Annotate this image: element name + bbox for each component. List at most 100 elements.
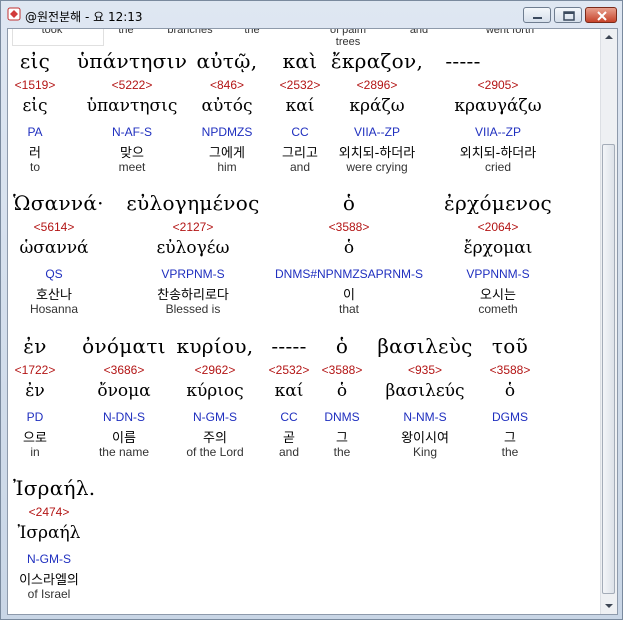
parsing-code: VIIA--ZP — [474, 125, 521, 139]
english-gloss: in — [30, 445, 40, 459]
strongs-number: <2962> — [194, 363, 236, 377]
english-gloss: the name — [98, 445, 150, 459]
scroll-up-icon[interactable] — [601, 29, 617, 45]
title-bar[interactable]: @원전분해 - 요 12:13 — [1, 1, 622, 28]
clipped-gloss: the — [118, 28, 134, 36]
maximize-icon — [563, 11, 575, 21]
greek-word: ὁ — [342, 191, 356, 215]
app-icon — [7, 7, 21, 21]
close-icon — [597, 11, 607, 21]
parsing-code: PA — [27, 125, 43, 139]
korean-gloss: 러 — [29, 146, 41, 161]
clipped-gloss: of palm trees — [329, 28, 367, 48]
parsing-code: VPRPNM-S — [161, 267, 225, 281]
parsing-code: DNMS — [324, 410, 360, 424]
clipped-gloss: branches — [167, 28, 213, 36]
greek-word: εὐλογημένος — [126, 191, 260, 215]
greek-word: κυρίου, — [176, 334, 254, 358]
parsing-code: PD — [26, 410, 44, 424]
korean-gloss: 그 — [504, 431, 516, 446]
lemma: καί — [285, 96, 315, 116]
parsing-code: N-DN-S — [103, 410, 145, 424]
lemma: βασιλεύς — [385, 381, 465, 401]
greek-word: ἔκραζον, — [330, 49, 424, 73]
greek-word: καὶ — [282, 49, 318, 73]
strongs-number: <3588> — [489, 363, 531, 377]
lemma: ὁ — [336, 381, 348, 401]
korean-gloss: 맞으 — [120, 146, 144, 161]
korean-gloss: 외치되-하더라 — [459, 146, 537, 161]
english-gloss: and — [278, 445, 300, 459]
parsing-code: N-GM-S — [193, 410, 237, 424]
strongs-number: <935> — [407, 363, 443, 377]
clipped-gloss: went forth — [485, 28, 535, 36]
english-gloss: him — [217, 160, 237, 174]
scrollbar-thumb[interactable] — [602, 144, 615, 594]
strongs-number: <1722> — [14, 363, 56, 377]
lemma: ὁ — [504, 381, 516, 401]
korean-gloss: 왕이시여 — [401, 431, 449, 446]
greek-word: αὐτῷ, — [196, 49, 258, 73]
korean-gloss: 으로 — [23, 431, 47, 446]
strongs-number: <5222> — [111, 78, 153, 92]
greek-word: ----- — [271, 334, 307, 358]
english-gloss: Blessed is — [165, 302, 221, 316]
strongs-number: <2532> — [268, 363, 310, 377]
korean-gloss: 호산나 — [36, 288, 72, 303]
greek-word: ἐν — [23, 334, 47, 358]
lemma: εὐλογέω — [156, 238, 230, 258]
english-gloss: of Israel — [27, 587, 71, 601]
vertical-scrollbar[interactable] — [600, 29, 617, 614]
parsing-code: N-GM-S — [27, 552, 71, 566]
lemma: ὡσαννά — [19, 238, 89, 258]
english-gloss: the — [501, 445, 519, 459]
minimize-button[interactable] — [523, 7, 551, 23]
maximize-button[interactable] — [554, 7, 582, 23]
english-gloss: were crying — [346, 160, 408, 174]
greek-word: ὑπάντησιν — [76, 49, 188, 73]
minimize-icon — [533, 17, 542, 19]
korean-gloss: 이름 — [112, 431, 136, 446]
greek-word: Ὡσαννά· — [13, 191, 104, 215]
strongs-number: <2896> — [356, 78, 398, 92]
greek-word: Ἰσραήλ. — [13, 476, 96, 500]
strongs-number: <2532> — [279, 78, 321, 92]
strongs-number: <2127> — [172, 220, 214, 234]
parsing-code: CC — [280, 410, 298, 424]
app-window: @원전분해 - 요 12:13 took the branches the of pal… — [0, 0, 623, 620]
english-gloss: and — [289, 160, 311, 174]
window-title: @원전분해 - 요 12:13 — [25, 10, 143, 24]
parsing-code: DGMS — [492, 410, 528, 424]
close-button[interactable] — [585, 7, 617, 23]
korean-gloss: 이 — [343, 288, 355, 303]
greek-word: εἰς — [19, 49, 51, 73]
lemma: κραυγάζω — [454, 96, 542, 116]
interlinear-view[interactable]: took the branches the of palm trees and went f… — [7, 28, 618, 615]
parsing-code: CC — [291, 125, 309, 139]
strongs-number: <5614> — [33, 220, 75, 234]
english-gloss: the — [333, 445, 351, 459]
greek-word: ----- — [445, 49, 481, 73]
lemma: κύριος — [186, 381, 244, 401]
korean-gloss: 그리고 — [282, 146, 318, 161]
parsing-code: VIIA--ZP — [353, 125, 400, 139]
lemma: εἰς — [22, 96, 48, 116]
lemma: ὄνομα — [97, 381, 151, 401]
english-gloss: to — [29, 160, 40, 174]
parsing-code: N-NM-S — [403, 410, 447, 424]
strongs-number: <3686> — [103, 363, 145, 377]
parsing-code: QS — [45, 267, 63, 281]
greek-word: ὁ — [335, 334, 349, 358]
parsing-code: NPDMZS — [201, 125, 253, 139]
greek-word: βασιλεὺς — [377, 334, 473, 358]
korean-gloss: 주의 — [203, 431, 227, 446]
greek-word: τοῦ — [491, 334, 529, 358]
lemma: Ἰσραήλ — [17, 523, 81, 543]
strongs-number: <3588> — [321, 363, 363, 377]
scroll-down-icon[interactable] — [601, 598, 617, 614]
parsing-code: VPPNNM-S — [466, 267, 530, 281]
lemma: ἔρχομαι — [463, 238, 533, 258]
english-gloss: cried — [484, 160, 511, 174]
strongs-number: <1519> — [14, 78, 56, 92]
parsing-code: N-AF-S — [112, 125, 152, 139]
